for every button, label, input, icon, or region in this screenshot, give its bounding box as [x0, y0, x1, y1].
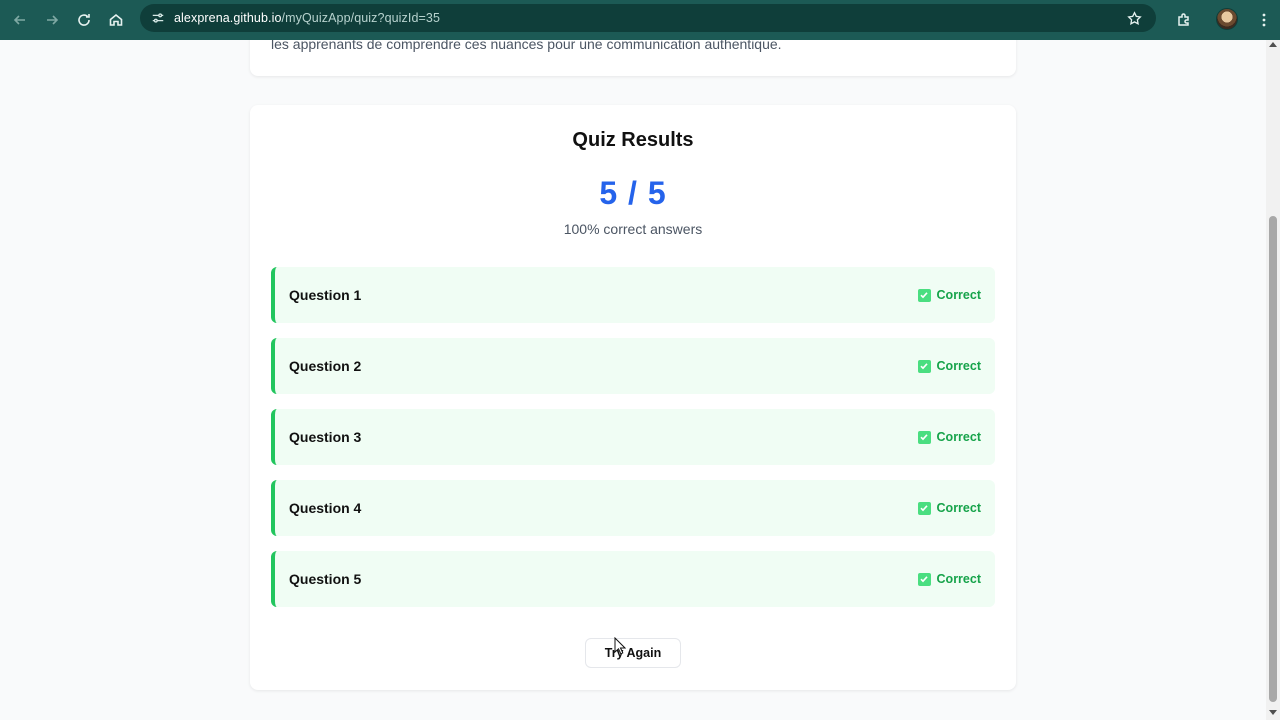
- try-again-button[interactable]: Try Again: [585, 638, 681, 668]
- page-content: les apprenants de comprendre ces nuances…: [0, 40, 1266, 720]
- question-label: Question 1: [289, 287, 362, 303]
- previous-explanation-card: les apprenants de comprendre ces nuances…: [250, 40, 1016, 76]
- status-label: Correct: [936, 288, 981, 302]
- url-text: alexprena.github.io/myQuizApp/quiz?quizI…: [174, 11, 440, 25]
- url-path: /myQuizApp/quiz?quizId=35: [281, 11, 441, 25]
- scroll-thumb[interactable]: [1269, 216, 1277, 702]
- check-icon: [917, 501, 931, 515]
- check-icon: [917, 359, 931, 373]
- status-badge: Correct: [917, 572, 981, 586]
- site-info-icon[interactable]: [148, 8, 168, 28]
- question-result-item: Question 3 Correct: [271, 409, 995, 465]
- scroll-up-arrow-icon[interactable]: [1269, 42, 1277, 47]
- question-label: Question 2: [289, 358, 362, 374]
- check-icon: [917, 288, 931, 302]
- status-label: Correct: [936, 501, 981, 515]
- status-label: Correct: [936, 430, 981, 444]
- star-icon[interactable]: [1124, 8, 1144, 28]
- question-result-item: Question 2 Correct: [271, 338, 995, 394]
- extensions-icon[interactable]: [1168, 4, 1200, 36]
- url-host: alexprena.github.io: [174, 11, 282, 25]
- status-badge: Correct: [917, 359, 981, 373]
- status-label: Correct: [936, 359, 981, 373]
- check-icon: [917, 430, 931, 444]
- quiz-results-card: Quiz Results 5 / 5 100% correct answers …: [250, 105, 1016, 690]
- more-menu-icon[interactable]: [1248, 4, 1280, 36]
- question-label: Question 5: [289, 571, 362, 587]
- status-badge: Correct: [917, 430, 981, 444]
- question-results-list: Question 1 Correct Question 2 Correct Qu…: [271, 267, 995, 622]
- profile-avatar[interactable]: [1216, 8, 1238, 30]
- explanation-text: les apprenants de comprendre ces nuances…: [271, 40, 782, 52]
- check-icon: [917, 572, 931, 586]
- scroll-down-arrow-icon[interactable]: [1269, 710, 1277, 715]
- question-label: Question 3: [289, 429, 362, 445]
- status-label: Correct: [936, 572, 981, 586]
- question-result-item: Question 1 Correct: [271, 267, 995, 323]
- home-icon[interactable]: [100, 4, 132, 36]
- question-label: Question 4: [289, 500, 362, 516]
- score-value: 5 / 5: [599, 175, 667, 211]
- browser-toolbar: alexprena.github.io/myQuizApp/quiz?quizI…: [0, 0, 1280, 40]
- percent-correct-text: 100% correct answers: [563, 221, 703, 237]
- address-bar[interactable]: alexprena.github.io/myQuizApp/quiz?quizI…: [140, 4, 1156, 32]
- question-result-item: Question 4 Correct: [271, 480, 995, 536]
- status-badge: Correct: [917, 288, 981, 302]
- mouse-cursor-icon: [614, 637, 626, 655]
- results-title: Quiz Results: [572, 129, 694, 151]
- question-result-item: Question 5 Correct: [271, 551, 995, 607]
- nav-buttons: [4, 4, 132, 36]
- forward-icon[interactable]: [36, 4, 68, 36]
- vertical-scrollbar[interactable]: [1266, 40, 1280, 720]
- status-badge: Correct: [917, 501, 981, 515]
- back-icon[interactable]: [4, 4, 36, 36]
- reload-icon[interactable]: [68, 4, 100, 36]
